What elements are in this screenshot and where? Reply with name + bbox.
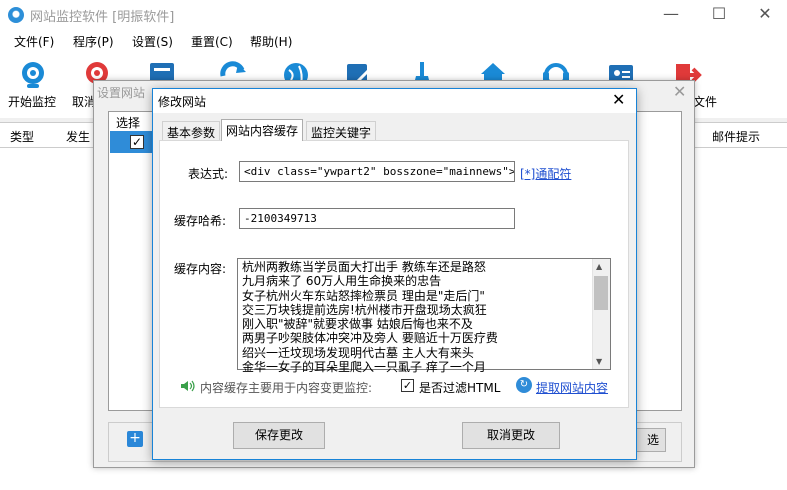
hash-input[interactable]: -2100349713 bbox=[239, 208, 515, 229]
speaker-icon bbox=[181, 380, 195, 392]
settings-dialog-close-icon[interactable]: ✕ bbox=[673, 82, 686, 101]
window-title: 网站监控软件 [明振软件] bbox=[30, 10, 175, 25]
menu-program[interactable]: 程序(P) bbox=[73, 33, 114, 50]
scrollbar-thumb[interactable] bbox=[594, 276, 608, 310]
content-line: 刚入职"被辞"就要求做事 姑娘后悔也来不及 bbox=[242, 317, 473, 332]
scroll-down-icon[interactable]: ▼ bbox=[596, 357, 602, 366]
expression-input[interactable]: <div class="ywpart2" bosszone="mainnews"… bbox=[239, 161, 515, 182]
menu-file[interactable]: 文件(F) bbox=[14, 33, 54, 50]
col-type[interactable]: 类型 bbox=[10, 128, 34, 145]
filter-html-label: 是否过滤HTML bbox=[419, 381, 501, 395]
col-mail[interactable]: 邮件提示 bbox=[712, 128, 760, 145]
start-monitor-label: 开始监控 bbox=[8, 95, 57, 109]
content-line: 两男子吵架肢体冲突冲及旁人 要赔近十万医疗费 bbox=[242, 331, 498, 346]
menu-reset[interactable]: 重置(C) bbox=[191, 33, 233, 50]
mail-label: 文件 bbox=[693, 95, 718, 109]
edit-dialog-title: 修改网站 bbox=[158, 95, 207, 109]
content-line: 女子杭州火车东站怒摔检票员 理由是"走后门" bbox=[242, 288, 485, 303]
cache-note: 内容缓存主要用于内容变更监控: bbox=[200, 381, 373, 395]
content-label: 缓存内容: bbox=[174, 262, 227, 276]
start-monitor-button[interactable]: 开始监控 bbox=[4, 52, 62, 112]
menu-bar: 文件(F) 程序(P) 设置(S) 重置(C) 帮助(H) bbox=[0, 30, 787, 52]
fetch-content-link[interactable]: 提取网站内容 bbox=[536, 379, 608, 396]
cancel-changes-button[interactable]: 取消更改 bbox=[462, 422, 560, 449]
save-changes-button[interactable]: 保存更改 bbox=[233, 422, 325, 449]
content-line: 金华一女子的耳朵里爬入一只虱子 痒了一个月 bbox=[242, 360, 486, 375]
menu-settings[interactable]: 设置(S) bbox=[132, 33, 173, 50]
tab-content-cache[interactable]: 网站内容缓存 bbox=[221, 119, 304, 141]
content-line: 绍兴一迁坟现场发现明代古墓 主人大有来头 bbox=[242, 345, 474, 360]
minimize-button[interactable]: — bbox=[648, 0, 694, 30]
content-line: 杭州两教练当学员面大打出手 教练车还是路怒 bbox=[242, 260, 486, 274]
wildcard-link[interactable]: [*]通配符 bbox=[520, 165, 571, 182]
edit-dialog-close-icon[interactable]: ✕ bbox=[612, 90, 625, 109]
maximize-button[interactable]: ☐ bbox=[696, 0, 742, 30]
tab-basic-params[interactable]: 基本参数 bbox=[162, 121, 221, 140]
hash-label: 缓存哈希: bbox=[174, 214, 227, 228]
settings-dialog-title: 设置网站 bbox=[97, 86, 146, 100]
col-select[interactable]: 选择 bbox=[110, 113, 156, 131]
fetch-content-icon[interactable]: ↻ bbox=[516, 377, 532, 393]
filter-html-checkbox[interactable]: ✓ bbox=[401, 379, 414, 392]
content-line: 九月病来了 60万人用生命换来的忠告 bbox=[242, 274, 442, 289]
cache-content-lines: 杭州两教练当学员面大打出手 教练车还是路怒 九月病来了 60万人用生命换来的忠告… bbox=[242, 260, 592, 374]
menu-help[interactable]: 帮助(H) bbox=[250, 33, 292, 50]
close-button[interactable]: ✕ bbox=[742, 0, 787, 30]
scroll-up-icon[interactable]: ▲ bbox=[596, 262, 602, 271]
app-icon bbox=[8, 7, 24, 23]
tab-monitor-keywords[interactable]: 监控关键字 bbox=[306, 121, 377, 140]
col-time[interactable]: 发生 bbox=[66, 128, 90, 145]
webcam-icon bbox=[22, 62, 44, 88]
expr-label: 表达式: bbox=[188, 167, 229, 181]
row-checkbox[interactable]: ✓ bbox=[130, 135, 144, 149]
content-line: 交三万块钱提前选房!杭州楼市开盘现场太疯狂 bbox=[242, 302, 487, 317]
edit-dialog-titlebar bbox=[153, 89, 636, 113]
add-site-icon[interactable]: + bbox=[127, 431, 143, 447]
